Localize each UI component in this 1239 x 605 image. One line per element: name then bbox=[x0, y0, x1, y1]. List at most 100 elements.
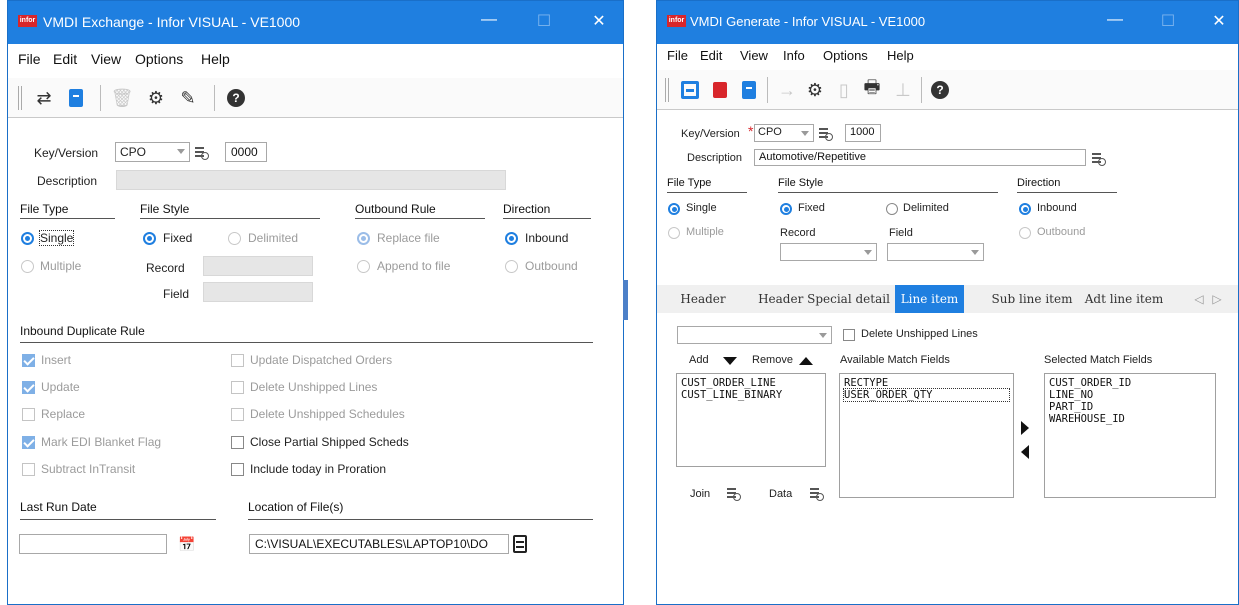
list-item[interactable]: CUST_ORDER_LINE bbox=[681, 377, 821, 389]
calendar-icon[interactable]: 📅 bbox=[178, 536, 195, 553]
delete-unshipped-schedules-checkbox[interactable] bbox=[231, 408, 244, 421]
new-document-icon[interactable] bbox=[64, 86, 88, 110]
print-icon[interactable]: 🖶 bbox=[860, 77, 884, 102]
list-item[interactable]: WAREHOUSE_ID bbox=[1049, 413, 1211, 425]
record-field[interactable] bbox=[203, 256, 313, 276]
outbound-radio[interactable] bbox=[1019, 227, 1031, 239]
add-arrow-icon[interactable] bbox=[723, 357, 737, 365]
field-combo[interactable] bbox=[887, 243, 984, 261]
lookup-icon[interactable] bbox=[1092, 152, 1106, 166]
list-item[interactable]: USER_ORDER_QTY bbox=[843, 388, 1010, 402]
lookup-icon[interactable] bbox=[819, 127, 833, 141]
line-item-combo[interactable] bbox=[677, 326, 832, 344]
list-item[interactable]: CUST_LINE_BINARY bbox=[681, 389, 821, 401]
menu-view[interactable]: View bbox=[91, 51, 121, 67]
menu-file[interactable]: File bbox=[667, 48, 688, 63]
tab-header-special-detail[interactable]: Header Special detail bbox=[755, 285, 893, 313]
delimited-radio[interactable] bbox=[886, 203, 898, 215]
version-field[interactable]: 0000 bbox=[225, 142, 267, 162]
arrow-right-icon[interactable]: → bbox=[775, 78, 799, 102]
single-radio[interactable] bbox=[668, 203, 680, 215]
maximize-button[interactable]: ☐ bbox=[1157, 11, 1179, 31]
menu-options[interactable]: Options bbox=[135, 51, 183, 67]
scrollbar-thumb[interactable] bbox=[623, 280, 628, 320]
version-field[interactable]: 1000 bbox=[845, 124, 881, 142]
multiple-radio[interactable] bbox=[668, 227, 680, 239]
inbound-radio[interactable] bbox=[1019, 203, 1031, 215]
fixed-radio[interactable] bbox=[143, 232, 156, 245]
close-partial-shipped-scheds-checkbox[interactable] bbox=[231, 436, 244, 449]
close-button[interactable]: ✕ bbox=[1208, 11, 1230, 31]
remove-arrow-icon[interactable] bbox=[799, 357, 813, 365]
tab-adt-line-item[interactable]: Adt line item bbox=[1081, 285, 1167, 313]
delimited-radio[interactable] bbox=[228, 232, 241, 245]
menu-help[interactable]: Help bbox=[201, 51, 230, 67]
menu-options[interactable]: Options bbox=[823, 48, 868, 63]
available-match-fields-list[interactable]: RECTYPE USER_ORDER_QTY bbox=[839, 373, 1014, 498]
menu-view[interactable]: View bbox=[740, 48, 768, 63]
last-run-date-field[interactable] bbox=[19, 534, 167, 554]
lookup-icon[interactable] bbox=[195, 146, 209, 160]
list-item[interactable]: LINE_NO bbox=[1049, 389, 1211, 401]
minimize-button[interactable]: — bbox=[478, 11, 500, 29]
help-icon[interactable]: ? bbox=[928, 78, 952, 102]
key-combo[interactable]: CPO bbox=[754, 124, 814, 142]
update-checkbox[interactable] bbox=[22, 381, 35, 394]
list-item[interactable]: RECTYPE bbox=[844, 377, 1009, 389]
minimize-button[interactable]: — bbox=[1104, 11, 1126, 29]
key-combo[interactable]: CPO bbox=[115, 142, 190, 162]
record-combo[interactable] bbox=[780, 243, 877, 261]
subtract-intransit-checkbox[interactable] bbox=[22, 463, 35, 476]
edit-clear-icon[interactable]: ✎ bbox=[176, 86, 200, 110]
insert-checkbox[interactable] bbox=[22, 354, 35, 367]
menu-info[interactable]: Info bbox=[783, 48, 805, 63]
replace-checkbox[interactable] bbox=[22, 408, 35, 421]
maximize-button[interactable]: ☐ bbox=[533, 11, 555, 31]
delete-icon[interactable] bbox=[708, 78, 732, 102]
multiple-radio[interactable] bbox=[21, 260, 34, 273]
location-of-files-field[interactable]: C:\VISUAL\EXECUTABLES\LAPTOP10\DO bbox=[249, 534, 509, 554]
hierarchy-icon[interactable]: ⊥ bbox=[891, 78, 915, 102]
menu-file[interactable]: File bbox=[18, 51, 41, 67]
left-field-list[interactable]: CUST_ORDER_LINE CUST_LINE_BINARY bbox=[676, 373, 826, 467]
delete-icon[interactable]: 🗑 bbox=[110, 86, 134, 110]
close-button[interactable]: ✕ bbox=[588, 11, 610, 31]
move-right-arrow-icon[interactable] bbox=[1021, 421, 1029, 435]
description-field[interactable]: Automotive/Repetitive bbox=[754, 149, 1086, 166]
settings-gear-icon[interactable]: ⚙ bbox=[144, 86, 168, 110]
tab-sub-line-item[interactable]: Sub line item bbox=[987, 285, 1077, 313]
list-item[interactable]: CUST_ORDER_ID bbox=[1049, 377, 1211, 389]
single-radio[interactable] bbox=[21, 232, 34, 245]
mark-edi-blanket-flag-checkbox[interactable] bbox=[22, 436, 35, 449]
join-lookup-icon[interactable] bbox=[727, 487, 741, 501]
menu-help[interactable]: Help bbox=[887, 48, 914, 63]
inbound-radio[interactable] bbox=[505, 232, 518, 245]
list-item[interactable]: PART_ID bbox=[1049, 401, 1211, 413]
delete-unshipped-lines-checkbox[interactable] bbox=[231, 381, 244, 394]
delete-unshipped-lines-checkbox[interactable] bbox=[843, 329, 855, 341]
description-field[interactable] bbox=[116, 170, 506, 190]
selected-match-fields-list[interactable]: CUST_ORDER_ID LINE_NO PART_ID WAREHOUSE_… bbox=[1044, 373, 1216, 498]
include-today-in-proration-checkbox[interactable] bbox=[231, 463, 244, 476]
menu-edit[interactable]: Edit bbox=[53, 51, 77, 67]
help-icon[interactable]: ? bbox=[224, 86, 248, 110]
tab-scroll-left-icon[interactable]: ◁ bbox=[1193, 285, 1205, 313]
append-to-file-radio[interactable] bbox=[357, 260, 370, 273]
menu-edit[interactable]: Edit bbox=[700, 48, 722, 63]
settings-gear-icon[interactable]: ⚙ bbox=[803, 78, 827, 102]
transfer-icon[interactable]: ⇄ bbox=[32, 86, 56, 110]
replace-file-radio[interactable] bbox=[357, 232, 370, 245]
field-field[interactable] bbox=[203, 282, 313, 302]
file-browse-icon[interactable] bbox=[513, 535, 527, 553]
fixed-radio[interactable] bbox=[780, 203, 792, 215]
move-left-arrow-icon[interactable] bbox=[1021, 445, 1029, 459]
outbound-radio[interactable] bbox=[505, 260, 518, 273]
save-icon[interactable] bbox=[678, 78, 702, 102]
new-document-icon[interactable] bbox=[737, 78, 761, 102]
tab-scroll-right-icon[interactable]: ▷ bbox=[1211, 285, 1223, 313]
copy-icon[interactable]: ▯ bbox=[832, 78, 856, 102]
data-lookup-icon[interactable] bbox=[810, 487, 824, 501]
tab-header[interactable]: Header bbox=[663, 285, 743, 313]
update-dispatched-orders-checkbox[interactable] bbox=[231, 354, 244, 367]
tab-line-item[interactable]: Line item bbox=[895, 285, 964, 313]
